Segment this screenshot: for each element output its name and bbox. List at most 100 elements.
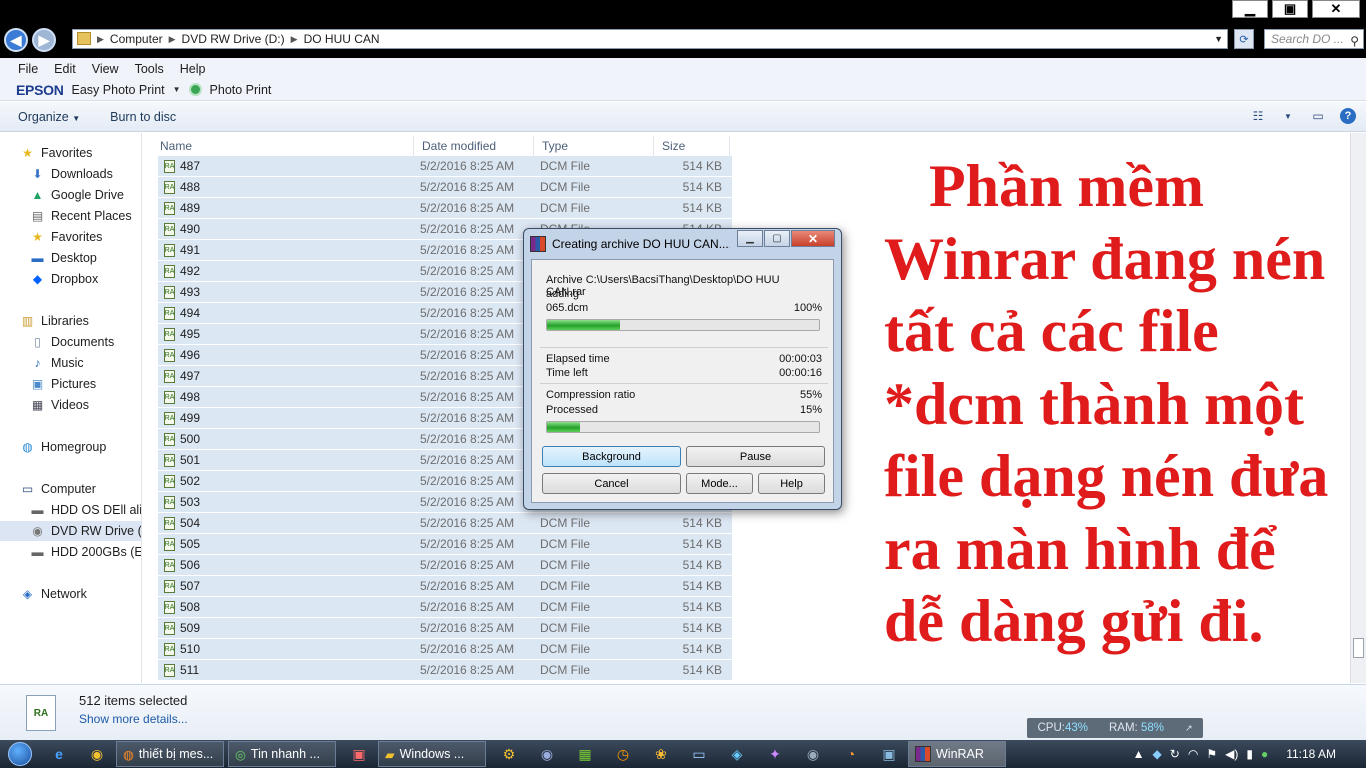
- forward-button[interactable]: ▶: [32, 28, 56, 52]
- close-button[interactable]: ✕: [1312, 0, 1360, 18]
- burn-to-disc-button[interactable]: Burn to disc: [110, 110, 176, 124]
- column-size[interactable]: Size: [654, 136, 730, 158]
- taskbar-windows-explorer[interactable]: ▰ Windows ...: [378, 741, 486, 767]
- file-row[interactable]: RA 508 5/2/2016 8:25 AM DCM File 514 KB: [158, 597, 732, 618]
- nav-favorites[interactable]: ★ Favorites: [0, 143, 141, 163]
- nav-documents[interactable]: ▯ Documents: [0, 332, 141, 352]
- breadcrumb-computer[interactable]: Computer: [110, 32, 163, 46]
- back-button[interactable]: ◀: [4, 28, 28, 52]
- clock-app-icon[interactable]: ◷: [604, 741, 642, 767]
- nav-favorites-sub[interactable]: ★ Favorites: [0, 227, 141, 247]
- start-button[interactable]: [0, 740, 40, 768]
- file-row[interactable]: RA 506 5/2/2016 8:25 AM DCM File 514 KB: [158, 555, 732, 576]
- nav-homegroup[interactable]: ◍ Homegroup: [0, 437, 141, 457]
- chevron-down-icon[interactable]: ▼: [173, 85, 181, 94]
- internet-explorer-icon[interactable]: e: [40, 741, 78, 767]
- help-button[interactable]: Help: [758, 473, 825, 494]
- chevron-down-icon[interactable]: ▼: [1214, 34, 1223, 44]
- app-icon[interactable]: ◈: [718, 741, 756, 767]
- menu-edit[interactable]: Edit: [54, 62, 76, 76]
- mode-button[interactable]: Mode...: [686, 473, 753, 494]
- nav-google-drive[interactable]: ▲ Google Drive: [0, 185, 141, 205]
- background-button[interactable]: Background: [542, 446, 681, 467]
- address-bar[interactable]: ▶ Computer ▶ DVD RW Drive (D:) ▶ DO HUU …: [72, 29, 1228, 49]
- file-row[interactable]: RA 511 5/2/2016 8:25 AM DCM File 514 KB: [158, 660, 732, 681]
- nav-dvd-drive[interactable]: ◉ DVD RW Drive (D: [0, 521, 141, 541]
- show-more-details-link[interactable]: Show more details...: [79, 712, 188, 726]
- nav-desktop[interactable]: ▬ Desktop: [0, 248, 141, 268]
- breadcrumb-dvd-drive[interactable]: DVD RW Drive (D:): [182, 32, 285, 46]
- app-icon[interactable]: ⚙: [490, 741, 528, 767]
- network-status-icon[interactable]: ●: [1261, 747, 1268, 761]
- breadcrumb-folder[interactable]: DO HUU CAN: [304, 32, 380, 46]
- nav-downloads[interactable]: ⬇ Downloads: [0, 164, 141, 184]
- show-hidden-icons-icon[interactable]: ▲: [1133, 747, 1145, 761]
- column-date[interactable]: Date modified: [414, 136, 534, 158]
- file-name-cell: RA 496: [158, 348, 416, 362]
- nav-pictures[interactable]: ▣ Pictures: [0, 374, 141, 394]
- app-icon[interactable]: ▭: [680, 741, 718, 767]
- taskbar-firefox[interactable]: ◍ thiết bị mes...: [116, 741, 224, 767]
- wifi-icon[interactable]: ◠: [1188, 747, 1198, 761]
- expand-arrow-icon[interactable]: ↗: [1185, 723, 1193, 734]
- view-options-icon[interactable]: ☷: [1250, 108, 1266, 124]
- taskbar-tin-nhanh[interactable]: ◎ Tin nhanh ...: [228, 741, 336, 767]
- menu-help[interactable]: Help: [180, 62, 206, 76]
- dialog-close-button[interactable]: ✕: [791, 230, 835, 247]
- column-name[interactable]: Name: [152, 136, 414, 158]
- chevron-down-icon[interactable]: ▼: [1280, 108, 1296, 124]
- file-row[interactable]: RA 510 5/2/2016 8:25 AM DCM File 514 KB: [158, 639, 732, 660]
- app-icon[interactable]: ▣: [870, 741, 908, 767]
- dropbox-icon[interactable]: ◆: [1153, 747, 1162, 761]
- file-row[interactable]: RA 509 5/2/2016 8:25 AM DCM File 514 KB: [158, 618, 732, 639]
- menu-view[interactable]: View: [92, 62, 119, 76]
- app-icon[interactable]: ▦: [566, 741, 604, 767]
- app-icon[interactable]: ✦: [756, 741, 794, 767]
- column-type[interactable]: Type: [534, 136, 654, 158]
- file-row[interactable]: RA 504 5/2/2016 8:25 AM DCM File 514 KB: [158, 513, 732, 534]
- easy-photo-print-button[interactable]: Easy Photo Print: [72, 83, 165, 97]
- file-row[interactable]: RA 488 5/2/2016 8:25 AM DCM File 514 KB: [158, 177, 732, 198]
- nav-music[interactable]: ♪ Music: [0, 353, 141, 373]
- app-icon[interactable]: ◔: [832, 741, 870, 767]
- nav-videos[interactable]: ▦ Videos: [0, 395, 141, 415]
- file-date: 5/2/2016 8:25 AM: [420, 474, 515, 488]
- minimize-button[interactable]: ▁: [1232, 0, 1268, 18]
- action-center-icon[interactable]: ⚑: [1206, 747, 1217, 761]
- nav-hdd-os[interactable]: ▬ HDD OS DEll alien: [0, 500, 142, 520]
- pause-button[interactable]: Pause: [686, 446, 825, 467]
- dialog-minimize-button[interactable]: ▁: [737, 230, 763, 247]
- file-row[interactable]: RA 489 5/2/2016 8:25 AM DCM File 514 KB: [158, 198, 732, 219]
- maximize-button[interactable]: ▣: [1272, 0, 1308, 18]
- photo-print-button[interactable]: Photo Print: [210, 83, 272, 97]
- app-icon[interactable]: ◉: [528, 741, 566, 767]
- chrome-icon[interactable]: ◉: [78, 741, 116, 767]
- dialog-maximize-button[interactable]: ▢: [764, 230, 790, 247]
- clock[interactable]: 11:18 AM: [1286, 747, 1336, 761]
- search-input[interactable]: Search DO ... ⚲: [1264, 29, 1364, 49]
- app-icon[interactable]: ❀: [642, 741, 680, 767]
- file-row[interactable]: RA 505 5/2/2016 8:25 AM DCM File 514 KB: [158, 534, 732, 555]
- nav-recent-places[interactable]: ▤ Recent Places: [0, 206, 141, 226]
- nav-network[interactable]: ◈ Network: [0, 584, 141, 604]
- taskbar-winrar[interactable]: WinRAR: [908, 741, 1006, 767]
- nav-dropbox[interactable]: ◆ Dropbox: [0, 269, 141, 289]
- cancel-button[interactable]: Cancel: [542, 473, 681, 494]
- app-icon[interactable]: ◉: [794, 741, 832, 767]
- nav-libraries[interactable]: ▥ Libraries: [0, 311, 141, 331]
- downloads-icon: ⬇: [32, 167, 43, 181]
- signal-icon[interactable]: ▮: [1246, 747, 1253, 761]
- menu-tools[interactable]: Tools: [135, 62, 164, 76]
- file-row[interactable]: RA 507 5/2/2016 8:25 AM DCM File 514 KB: [158, 576, 732, 597]
- sync-icon[interactable]: ↻: [1170, 747, 1180, 761]
- file-row[interactable]: RA 487 5/2/2016 8:25 AM DCM File 514 KB: [158, 156, 732, 177]
- organize-button[interactable]: Organize ▼: [18, 110, 80, 124]
- nav-computer[interactable]: ▭ Computer: [0, 479, 141, 499]
- help-icon[interactable]: ?: [1340, 108, 1356, 124]
- nav-hdd-200[interactable]: ▬ HDD 200GBs (E:): [0, 542, 142, 562]
- preview-pane-icon[interactable]: ▭: [1310, 108, 1326, 124]
- menu-file[interactable]: File: [18, 62, 38, 76]
- volume-icon[interactable]: ◀): [1225, 747, 1238, 761]
- refresh-button[interactable]: ⟳: [1234, 29, 1254, 49]
- app-icon[interactable]: ▣: [340, 741, 378, 767]
